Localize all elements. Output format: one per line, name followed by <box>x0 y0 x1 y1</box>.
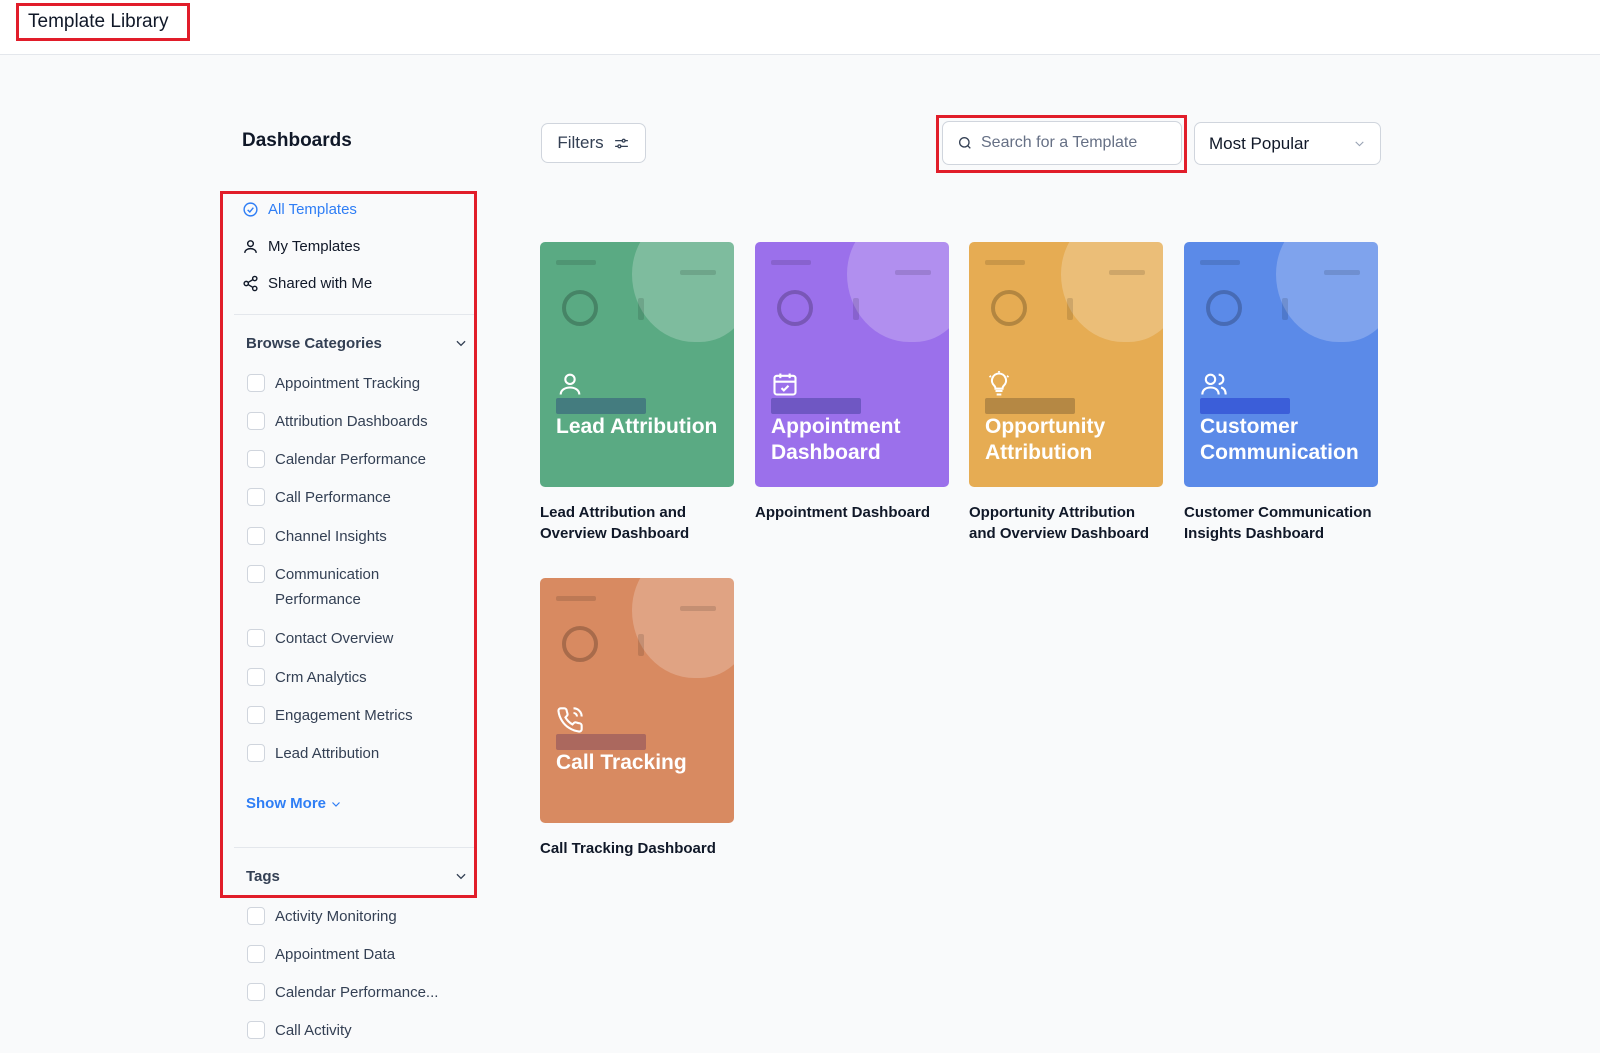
checkbox[interactable] <box>247 629 265 647</box>
category-contact-overview[interactable]: Contact Overview <box>247 626 457 651</box>
template-card[interactable]: Customer Communication Customer Communic… <box>1184 242 1378 544</box>
category-call-performance[interactable]: Call Performance <box>247 485 457 510</box>
check-circle-icon <box>243 201 258 217</box>
category-label: Channel Insights <box>275 528 387 545</box>
checkbox[interactable] <box>247 450 265 468</box>
checkbox[interactable] <box>247 983 265 1001</box>
users-icon <box>1201 373 1227 395</box>
chevron-down-icon <box>332 801 340 807</box>
checkbox[interactable] <box>247 744 265 762</box>
category-label: Calendar Performance <box>275 451 426 468</box>
template-thumbnail-title: Appointment Dashboard <box>771 415 901 464</box>
tags-title: Tags <box>246 867 280 885</box>
template-thumbnail[interactable]: Call Tracking <box>540 578 734 823</box>
chevron-down-icon <box>1355 141 1364 147</box>
user-icon <box>244 239 257 253</box>
checkbox[interactable] <box>247 907 265 925</box>
template-card[interactable]: Call Tracking Call Tracking Dashboard <box>540 578 734 859</box>
template-thumbnail[interactable]: Opportunity Attribution <box>969 242 1163 487</box>
tag-activity-monitoring[interactable]: Activity Monitoring <box>247 904 457 929</box>
checkbox[interactable] <box>247 668 265 686</box>
template-caption: Call Tracking Dashboard <box>540 840 716 857</box>
template-thumbnail-title: Customer Communication <box>1200 415 1359 464</box>
category-engagement-metrics[interactable]: Engagement Metrics <box>247 703 457 728</box>
checkbox[interactable] <box>247 488 265 506</box>
template-card[interactable]: Appointment Dashboard Appointment Dashbo… <box>755 242 949 523</box>
divider <box>234 847 474 848</box>
checkbox[interactable] <box>247 412 265 430</box>
category-label: Attribution Dashboards <box>275 413 428 430</box>
category-label: Contact Overview <box>275 630 394 647</box>
template-thumbnail[interactable]: Appointment Dashboard <box>755 242 949 487</box>
template-card[interactable]: Lead Attribution Lead Attribution and Ov… <box>540 242 734 544</box>
sliders-icon <box>614 138 628 148</box>
tag-appointment-data[interactable]: Appointment Data <box>247 942 457 967</box>
template-caption: Customer Communication Insights Dashboar… <box>1184 504 1372 542</box>
filters-button[interactable]: Filters <box>541 123 646 163</box>
tag-label: Call Activity <box>275 1022 352 1039</box>
checkbox[interactable] <box>247 374 265 392</box>
category-calendar-performance[interactable]: Calendar Performance <box>247 447 457 472</box>
checkbox[interactable] <box>247 527 265 545</box>
browse-categories-toggle[interactable]: Browse Categories <box>246 331 468 355</box>
user-icon <box>559 373 581 395</box>
browse-categories-title: Browse Categories <box>246 334 382 352</box>
category-communication-performance[interactable]: Communication Performance <box>247 562 407 612</box>
app-title: Template Library <box>16 3 190 41</box>
category-label: Lead Attribution <box>275 745 380 762</box>
category-label: Appointment Tracking <box>275 375 421 392</box>
template-caption: Lead Attribution and Overview Dashboard <box>540 504 690 542</box>
phone-call-icon <box>557 707 583 733</box>
search-input[interactable] <box>981 134 1171 152</box>
checkbox[interactable] <box>247 1021 265 1039</box>
category-lead-attribution[interactable]: Lead Attribution <box>247 741 457 766</box>
chevron-down-icon <box>456 340 466 347</box>
checkbox[interactable] <box>247 565 265 583</box>
template-thumbnail[interactable]: Lead Attribution <box>540 242 734 487</box>
nav-all-templates[interactable]: All Templates <box>242 197 357 221</box>
sort-label: Most Popular <box>1209 133 1310 153</box>
checkbox[interactable] <box>247 706 265 724</box>
filters-label: Filters <box>557 133 604 152</box>
template-caption: Appointment Dashboard <box>755 504 930 521</box>
chevron-down-icon <box>456 873 466 880</box>
template-thumbnail-title: Opportunity Attribution <box>985 415 1106 464</box>
tag-calendar-performance[interactable]: Calendar Performance... <box>247 980 457 1005</box>
nav-label: My Templates <box>268 237 361 255</box>
category-label: Engagement Metrics <box>275 707 413 724</box>
search-box[interactable] <box>942 121 1182 165</box>
divider <box>234 314 474 315</box>
nav-label: Shared with Me <box>268 274 373 292</box>
template-thumbnail[interactable]: Customer Communication <box>1184 242 1378 487</box>
page-title: Dashboards <box>242 130 352 151</box>
lightbulb-icon <box>988 371 1010 396</box>
show-more-label: Show More <box>246 795 327 812</box>
category-channel-insights[interactable]: Channel Insights <box>247 524 457 549</box>
sort-select[interactable]: Most Popular <box>1194 122 1381 165</box>
category-label: Crm Analytics <box>275 669 367 686</box>
category-appointment-tracking[interactable]: Appointment Tracking <box>247 371 457 396</box>
category-crm-analytics[interactable]: Crm Analytics <box>247 665 457 690</box>
search-icon <box>959 137 971 149</box>
nav-my-templates[interactable]: My Templates <box>242 234 360 258</box>
show-more-link[interactable]: Show More <box>246 795 342 812</box>
tags-toggle[interactable]: Tags <box>246 864 468 888</box>
top-bar: Template Library <box>0 0 1600 55</box>
tag-label: Calendar Performance... <box>275 984 439 1001</box>
checkbox[interactable] <box>247 945 265 963</box>
template-thumbnail-title: Lead Attribution <box>556 415 718 438</box>
category-attribution-dashboards[interactable]: Attribution Dashboards <box>247 409 457 434</box>
category-label: Call Performance <box>275 489 391 506</box>
tag-call-activity[interactable]: Call Activity <box>247 1018 457 1043</box>
template-card[interactable]: Opportunity Attribution Opportunity Attr… <box>969 242 1163 544</box>
tag-label: Appointment Data <box>275 946 396 963</box>
share-icon <box>243 275 258 291</box>
nav-shared-with-me[interactable]: Shared with Me <box>242 271 372 295</box>
tag-label: Activity Monitoring <box>275 908 397 925</box>
template-thumbnail-title: Call Tracking <box>556 751 687 774</box>
category-label: Communication Performance <box>275 566 380 608</box>
calendar-check-icon <box>773 373 797 396</box>
nav-label: All Templates <box>268 200 357 218</box>
template-caption: Opportunity Attribution and Overview Das… <box>969 504 1150 542</box>
